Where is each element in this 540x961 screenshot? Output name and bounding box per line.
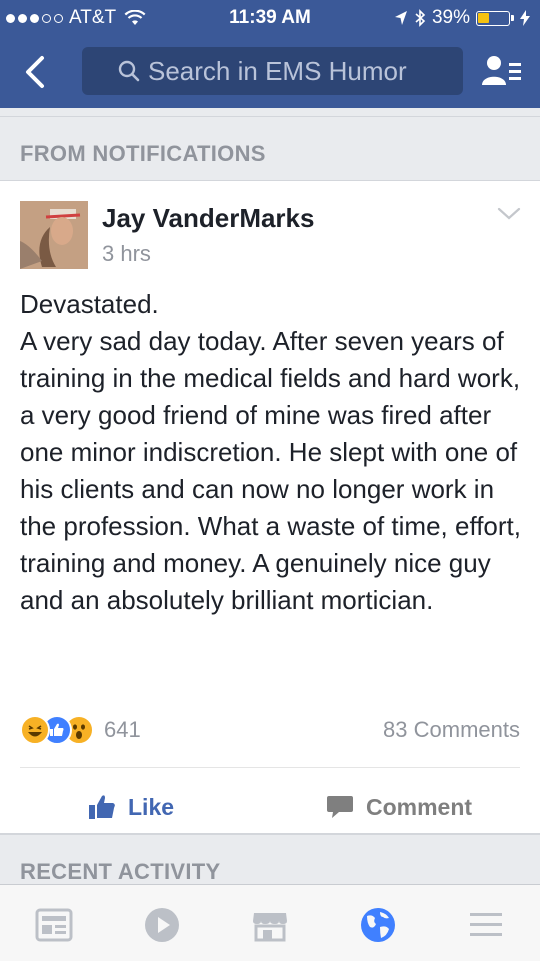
- reaction-count: 641: [104, 717, 141, 742]
- tab-bar: [0, 884, 540, 961]
- nav-bar: Search in EMS Humor: [0, 36, 540, 108]
- profile-photo: [20, 201, 88, 269]
- friend-requests-icon[interactable]: [482, 54, 522, 88]
- post-card: Jay VanderMarks 3 hrs Devastated. A very…: [0, 180, 540, 834]
- section-header-recent-activity: RECENT ACTIVITY: [0, 834, 540, 885]
- comment-button[interactable]: Comment: [326, 787, 472, 827]
- search-input[interactable]: Search in EMS Humor: [82, 47, 463, 95]
- charging-bolt-icon: [520, 10, 530, 26]
- post-author[interactable]: Jay VanderMarks: [102, 203, 314, 234]
- comments-count[interactable]: 83 Comments: [383, 717, 520, 743]
- battery-percent: 39%: [431, 7, 470, 28]
- battery-level: [478, 12, 489, 23]
- section-title: FROM NOTIFICATIONS: [20, 141, 266, 166]
- haha-reaction-icon: [20, 715, 50, 745]
- comment-label: Comment: [366, 793, 473, 820]
- bluetooth-icon: [415, 9, 426, 27]
- like-button[interactable]: Like: [88, 787, 174, 827]
- search-placeholder: Search in EMS Humor: [148, 55, 407, 86]
- battery-icon: [476, 10, 510, 26]
- menu-icon[interactable]: [466, 905, 506, 945]
- like-label: Like: [128, 793, 175, 820]
- reaction-summary[interactable]: 641: [20, 715, 141, 745]
- post-body: Devastated. A very sad day today. After …: [20, 289, 521, 615]
- avatar[interactable]: [20, 201, 88, 269]
- post-timestamp[interactable]: 3 hrs: [102, 241, 151, 267]
- section-title: RECENT ACTIVITY: [20, 859, 221, 884]
- news-feed-icon[interactable]: [34, 905, 74, 945]
- marketplace-icon[interactable]: [250, 905, 290, 945]
- search-icon: [118, 60, 140, 82]
- section-header-notifications: FROM NOTIFICATIONS: [0, 116, 540, 181]
- chevron-down-icon[interactable]: [496, 205, 522, 223]
- comment-bubble-icon: [327, 796, 353, 818]
- divider: [20, 767, 520, 768]
- notifications-globe-icon[interactable]: [358, 905, 398, 945]
- thumbs-up-icon: [89, 795, 115, 819]
- status-bar: AT&T 11:39 AM 39%: [0, 0, 540, 36]
- back-icon[interactable]: [18, 54, 54, 90]
- top-bar: AT&T 11:39 AM 39% Search in EMS Humor: [0, 0, 540, 108]
- video-icon[interactable]: [142, 905, 182, 945]
- location-arrow-icon: [394, 11, 407, 25]
- battery-tip: [511, 15, 514, 21]
